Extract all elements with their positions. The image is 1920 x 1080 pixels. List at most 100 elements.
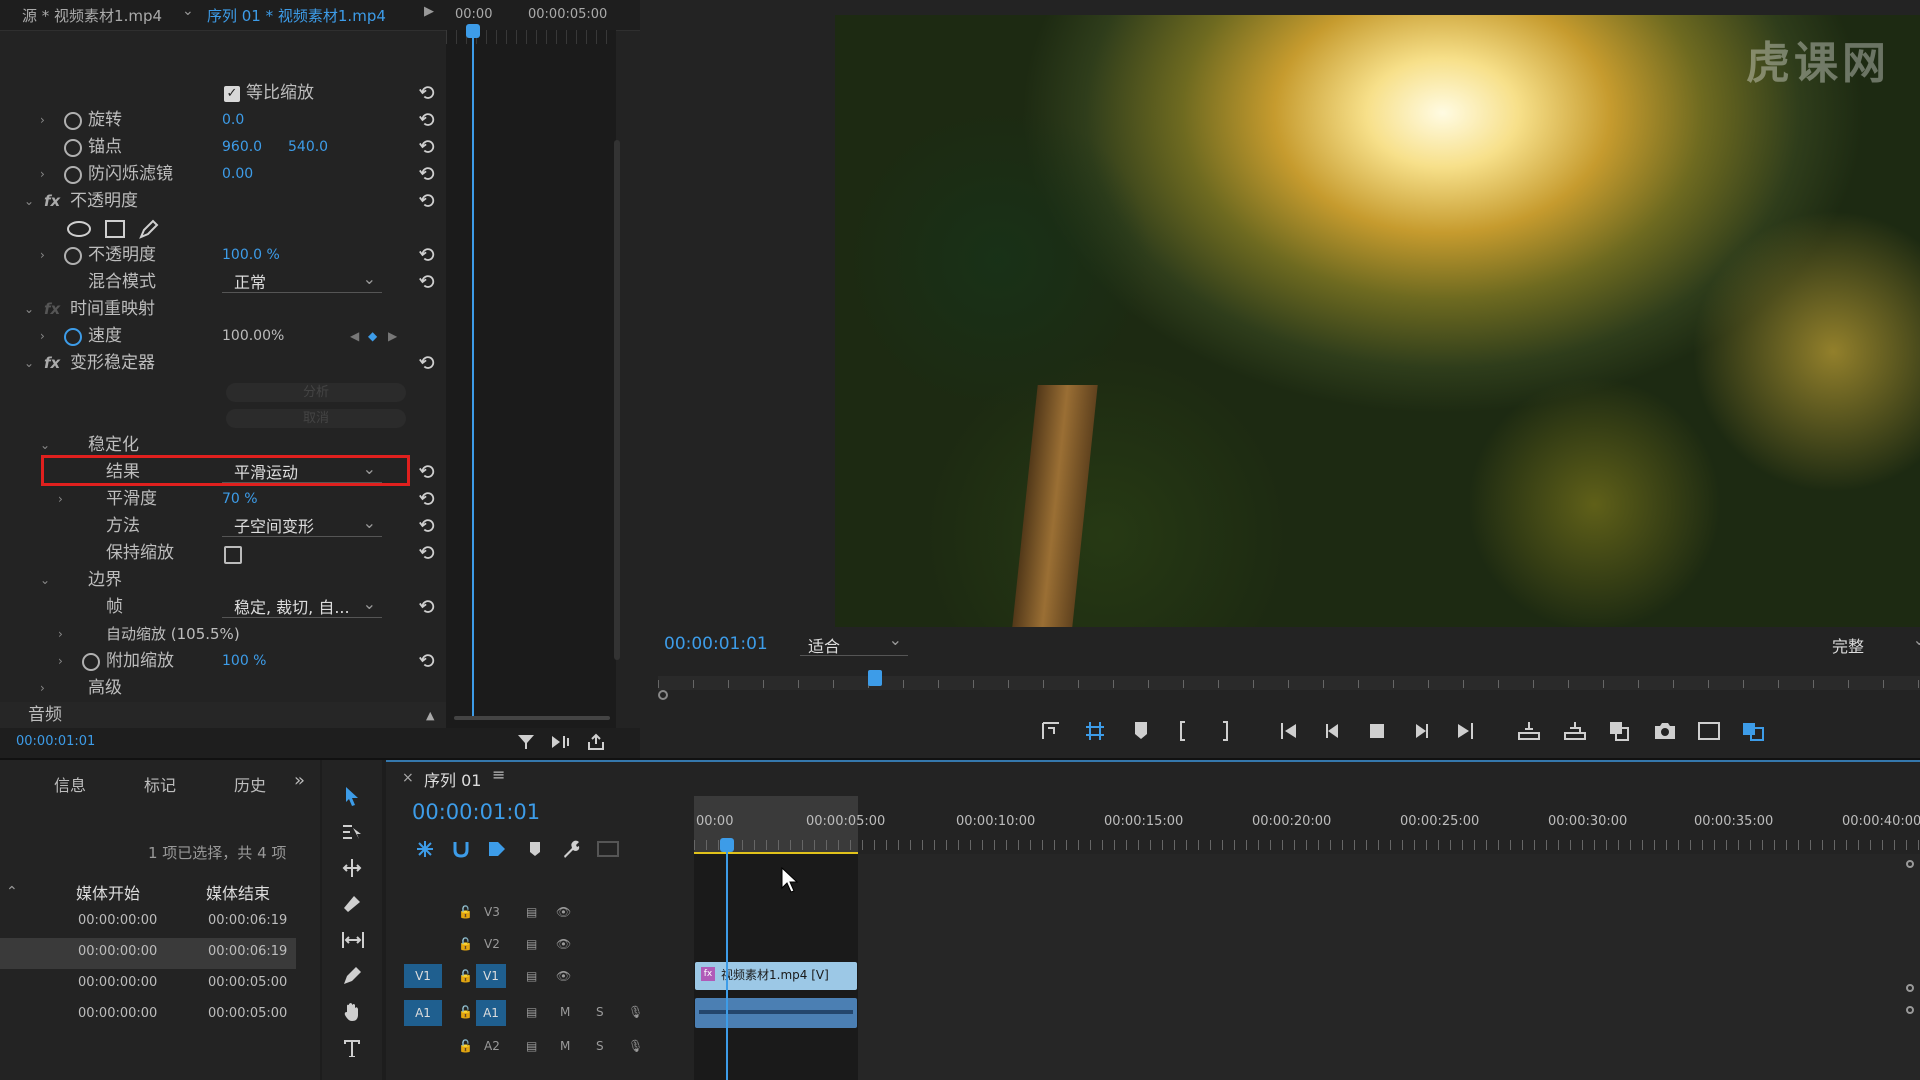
- chevron-down-icon[interactable]: ⌄: [40, 567, 54, 594]
- program-timecode[interactable]: 00:00:01:01: [664, 634, 768, 654]
- opacity-value[interactable]: 100.0 %: [222, 242, 280, 269]
- preserve-scale-checkbox[interactable]: [224, 546, 242, 564]
- reset-icon[interactable]: [418, 490, 436, 508]
- collapse-arrow-icon[interactable]: ▲: [426, 702, 434, 729]
- timeline-ruler[interactable]: 00:00 00:00:05:00 00:00:10:00 00:00:15:0…: [694, 796, 1920, 854]
- timeline-playhead[interactable]: [726, 842, 728, 1080]
- video-clip[interactable]: fx 视频素材1.mp4 [V]: [695, 962, 857, 990]
- lock-icon[interactable]: 🔓: [458, 969, 473, 983]
- chevron-right-icon[interactable]: ›: [40, 107, 54, 134]
- table-row[interactable]: 00:00:00:00 00:00:06:19: [0, 907, 296, 938]
- quality-dropdown[interactable]: 完整 ⌄: [1824, 630, 1920, 656]
- prev-keyframe-icon[interactable]: ◀: [350, 323, 359, 350]
- rotation-value[interactable]: 0.0: [222, 107, 244, 134]
- sync-lock-icon[interactable]: ▤: [526, 937, 537, 951]
- reset-icon[interactable]: [418, 544, 436, 562]
- reset-icon[interactable]: [418, 84, 436, 102]
- table-row[interactable]: 00:00:00:00 00:00:05:00: [0, 1000, 296, 1031]
- cancel-button[interactable]: 取消: [226, 409, 406, 428]
- table-row[interactable]: 00:00:00:00 00:00:06:19: [0, 938, 296, 969]
- flicker-value[interactable]: 0.00: [222, 161, 253, 188]
- source-patch-v1[interactable]: V1: [404, 964, 442, 988]
- stopwatch-icon[interactable]: [82, 653, 100, 671]
- stopwatch-icon[interactable]: [64, 247, 82, 265]
- razor-tool-icon[interactable]: [340, 892, 364, 916]
- chevron-down-icon[interactable]: ⌄: [24, 350, 38, 377]
- extract-icon[interactable]: [1562, 718, 1588, 744]
- stopwatch-icon[interactable]: [64, 166, 82, 184]
- lock-icon[interactable]: 🔓: [458, 937, 473, 951]
- mini-playhead[interactable]: [472, 30, 474, 720]
- chevron-down-icon[interactable]: ⌄: [182, 3, 194, 19]
- playhead-handle[interactable]: [720, 838, 734, 852]
- chevron-down-icon[interactable]: ⌄: [24, 296, 38, 323]
- linked-selection-icon[interactable]: [486, 838, 508, 860]
- menu-icon[interactable]: ≡: [492, 765, 505, 784]
- next-keyframe-icon[interactable]: ▶: [388, 323, 397, 350]
- mini-zoom-scrollbar[interactable]: [454, 716, 610, 720]
- reset-icon[interactable]: [418, 246, 436, 264]
- sync-lock-icon[interactable]: ▤: [526, 1039, 537, 1053]
- tab-markers[interactable]: 标记: [144, 772, 176, 796]
- stopwatch-icon[interactable]: [64, 139, 82, 157]
- source-tab[interactable]: 源 * 视频素材1.mp4: [22, 5, 162, 26]
- scroll-handle[interactable]: [1906, 1006, 1914, 1014]
- fx-icon[interactable]: fx: [44, 188, 60, 215]
- track-target-a1[interactable]: A1: [476, 1000, 506, 1026]
- go-to-out-icon[interactable]: [1452, 718, 1478, 744]
- reset-icon[interactable]: [418, 192, 436, 210]
- track-select-tool-icon[interactable]: [340, 820, 364, 844]
- step-back-icon[interactable]: [1320, 718, 1346, 744]
- mark-out-icon[interactable]: [1212, 718, 1238, 744]
- uniform-scale-checkbox[interactable]: ✓: [224, 86, 240, 102]
- chevron-right-icon[interactable]: ›: [58, 621, 72, 648]
- stop-icon[interactable]: [1364, 718, 1390, 744]
- sequence-tab[interactable]: 序列 01: [424, 767, 481, 791]
- tab-history[interactable]: 历史: [234, 772, 266, 796]
- chevron-down-icon[interactable]: ⌄: [24, 188, 38, 215]
- speed-value[interactable]: 100.00%: [222, 323, 284, 350]
- method-dropdown[interactable]: 子空间变形: [222, 512, 382, 537]
- solo-button[interactable]: S: [596, 1039, 604, 1053]
- mute-button[interactable]: M: [560, 1039, 570, 1053]
- track-target-v1[interactable]: V1: [476, 964, 506, 988]
- zoom-handle[interactable]: [658, 690, 668, 700]
- wrench-icon[interactable]: [560, 838, 582, 860]
- microphone-icon[interactable]: 🎙: [628, 1039, 643, 1053]
- marker-mode-icon[interactable]: [1038, 718, 1064, 744]
- eye-icon[interactable]: 👁: [556, 969, 571, 983]
- chevron-right-icon[interactable]: ›: [58, 486, 72, 513]
- step-forward-icon[interactable]: [1408, 718, 1434, 744]
- lock-icon[interactable]: 🔓: [458, 1039, 473, 1053]
- sync-lock-icon[interactable]: ▤: [526, 905, 537, 919]
- type-tool-icon[interactable]: [340, 1036, 364, 1060]
- solo-button[interactable]: S: [596, 1005, 604, 1019]
- scroll-handle[interactable]: [1906, 984, 1914, 992]
- more-tabs-icon[interactable]: »: [294, 770, 305, 791]
- source-patch-a1[interactable]: A1: [404, 1000, 442, 1026]
- additional-scale-value[interactable]: 100 %: [222, 648, 266, 675]
- reset-icon[interactable]: [418, 652, 436, 670]
- pen-tool-icon[interactable]: [340, 964, 364, 988]
- rectangle-mask-icon[interactable]: [104, 219, 126, 239]
- framing-dropdown[interactable]: 稳定, 裁切, 自...: [222, 593, 382, 618]
- stopwatch-icon[interactable]: [64, 328, 82, 346]
- reset-icon[interactable]: [418, 463, 436, 481]
- program-ruler[interactable]: [658, 660, 1920, 702]
- mute-button[interactable]: M: [560, 1005, 570, 1019]
- safe-margins-icon[interactable]: [1082, 718, 1108, 744]
- stopwatch-icon[interactable]: [64, 112, 82, 130]
- chevron-right-icon[interactable]: ›: [40, 323, 54, 350]
- sync-lock-icon[interactable]: ▤: [526, 1005, 537, 1019]
- zoom-dropdown[interactable]: 适合 ⌄: [800, 630, 908, 656]
- vertical-zoom-scrollbar[interactable]: [1906, 860, 1914, 1070]
- col-media-end[interactable]: 媒体结束: [206, 880, 270, 904]
- selection-tool-icon[interactable]: [340, 784, 364, 808]
- add-marker-icon[interactable]: [1128, 718, 1154, 744]
- scroll-handle[interactable]: [1906, 860, 1914, 868]
- fx-icon[interactable]: fx: [44, 350, 60, 377]
- captions-icon[interactable]: [596, 840, 620, 858]
- anchor-x-value[interactable]: 960.0: [222, 134, 262, 161]
- scrollbar[interactable]: [614, 140, 620, 660]
- analyze-button[interactable]: 分析: [226, 383, 406, 402]
